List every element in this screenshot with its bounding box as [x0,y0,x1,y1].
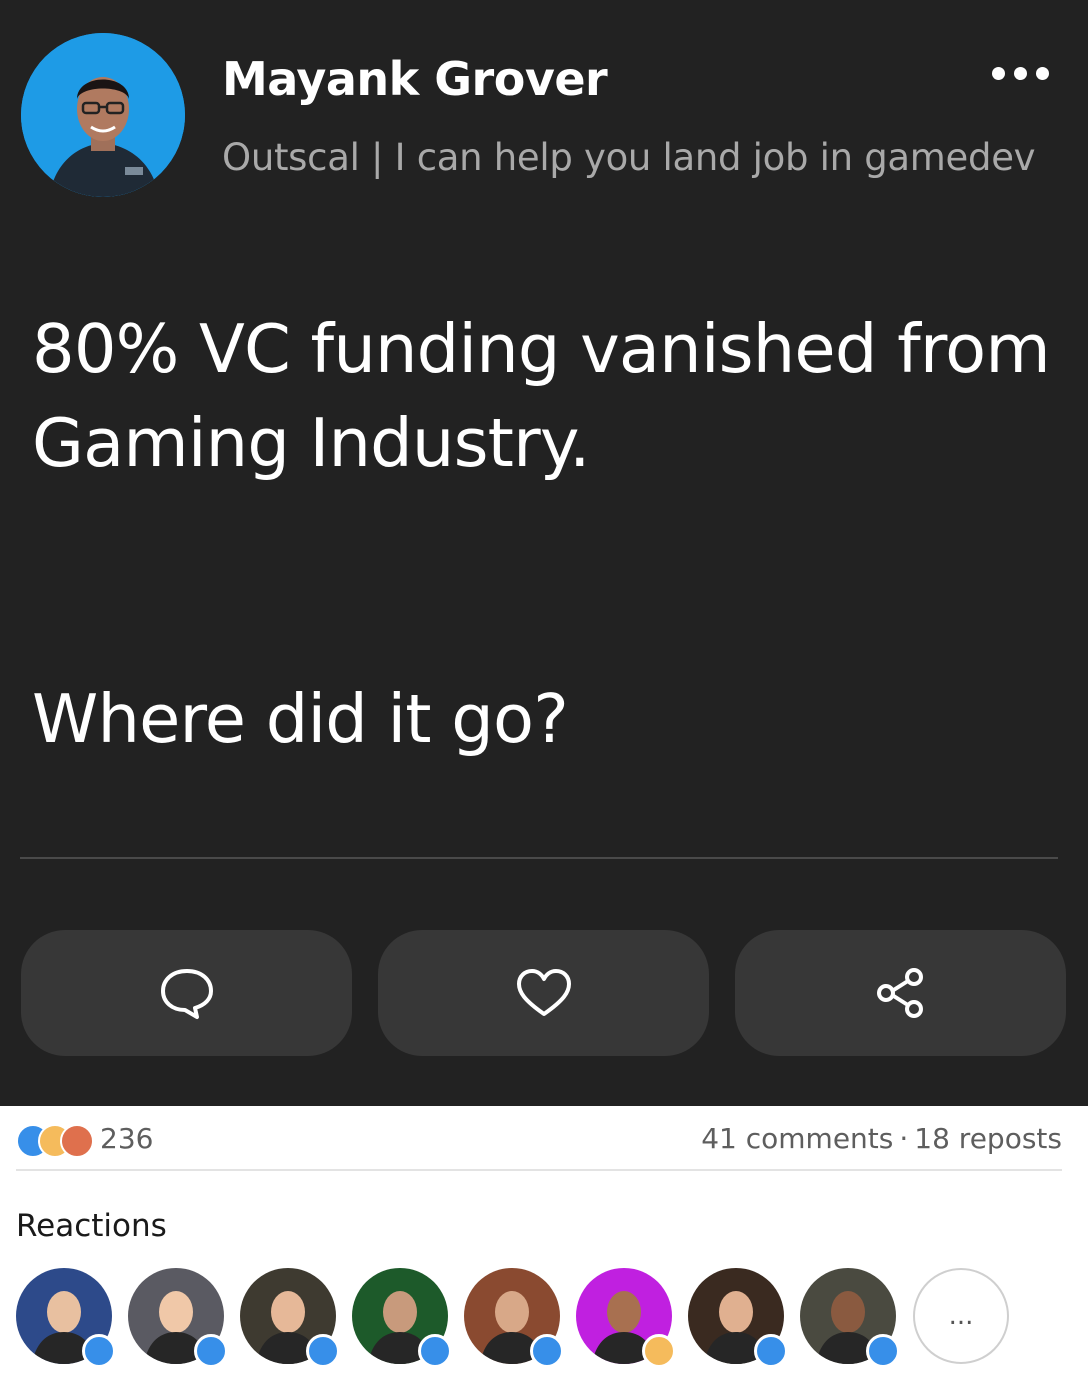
reaction-count[interactable]: 236 [100,1122,153,1155]
reactor-avatar[interactable] [800,1268,900,1368]
insightful-reaction-icon [642,1334,676,1368]
more-dot-icon [1013,66,1027,80]
more-dot-icon [1035,66,1049,80]
divider [20,857,1058,859]
like-reaction-icon [530,1334,564,1368]
social-counts: 236 41 comments · 18 reposts [0,1106,1088,1172]
like-reaction-icon [306,1334,340,1368]
stats-separator: · [899,1122,909,1155]
more-options-button[interactable] [978,58,1062,88]
more-reactors-button[interactable]: ... [913,1268,1009,1364]
author-photo [21,33,185,197]
engagement-stats: 41 comments · 18 reposts [701,1122,1062,1155]
like-reaction-icon [866,1334,900,1368]
author-headline: Outscal | I can help you land job in gam… [222,136,1036,179]
post-text: 80% VC funding vanished from Gaming Indu… [32,310,1051,482]
reactor-avatar[interactable] [464,1268,564,1368]
reaction-summary-icons[interactable] [16,1124,98,1158]
comment-icon [160,969,213,1019]
post-question: Where did it go? [32,680,569,758]
reactor-avatar[interactable] [352,1268,452,1368]
reactor-avatar[interactable] [240,1268,340,1368]
like-reaction-icon [194,1334,228,1368]
like-reaction-icon [754,1334,788,1368]
share-button[interactable] [735,930,1066,1056]
divider [16,1169,1062,1171]
author-avatar[interactable] [21,33,185,197]
love-reaction-icon [60,1124,94,1158]
comment-button[interactable] [21,930,352,1056]
like-reaction-icon [82,1334,116,1368]
reactor-avatar[interactable] [688,1268,788,1368]
reposts-count[interactable]: 18 reposts [914,1122,1062,1155]
comments-count[interactable]: 41 comments [701,1122,893,1155]
heart-icon [516,969,571,1016]
post-card: Mayank Grover Outscal | I can help you l… [0,0,1088,1106]
like-button[interactable] [378,930,709,1056]
author-name[interactable]: Mayank Grover [222,52,608,106]
like-reaction-icon [418,1334,452,1368]
reactor-avatar[interactable] [576,1268,676,1368]
share-icon [876,968,923,1018]
more-dot-icon [991,66,1005,80]
reactions-heading: Reactions [16,1208,167,1244]
reactor-avatar[interactable] [16,1268,116,1368]
reactor-avatar[interactable] [128,1268,228,1368]
